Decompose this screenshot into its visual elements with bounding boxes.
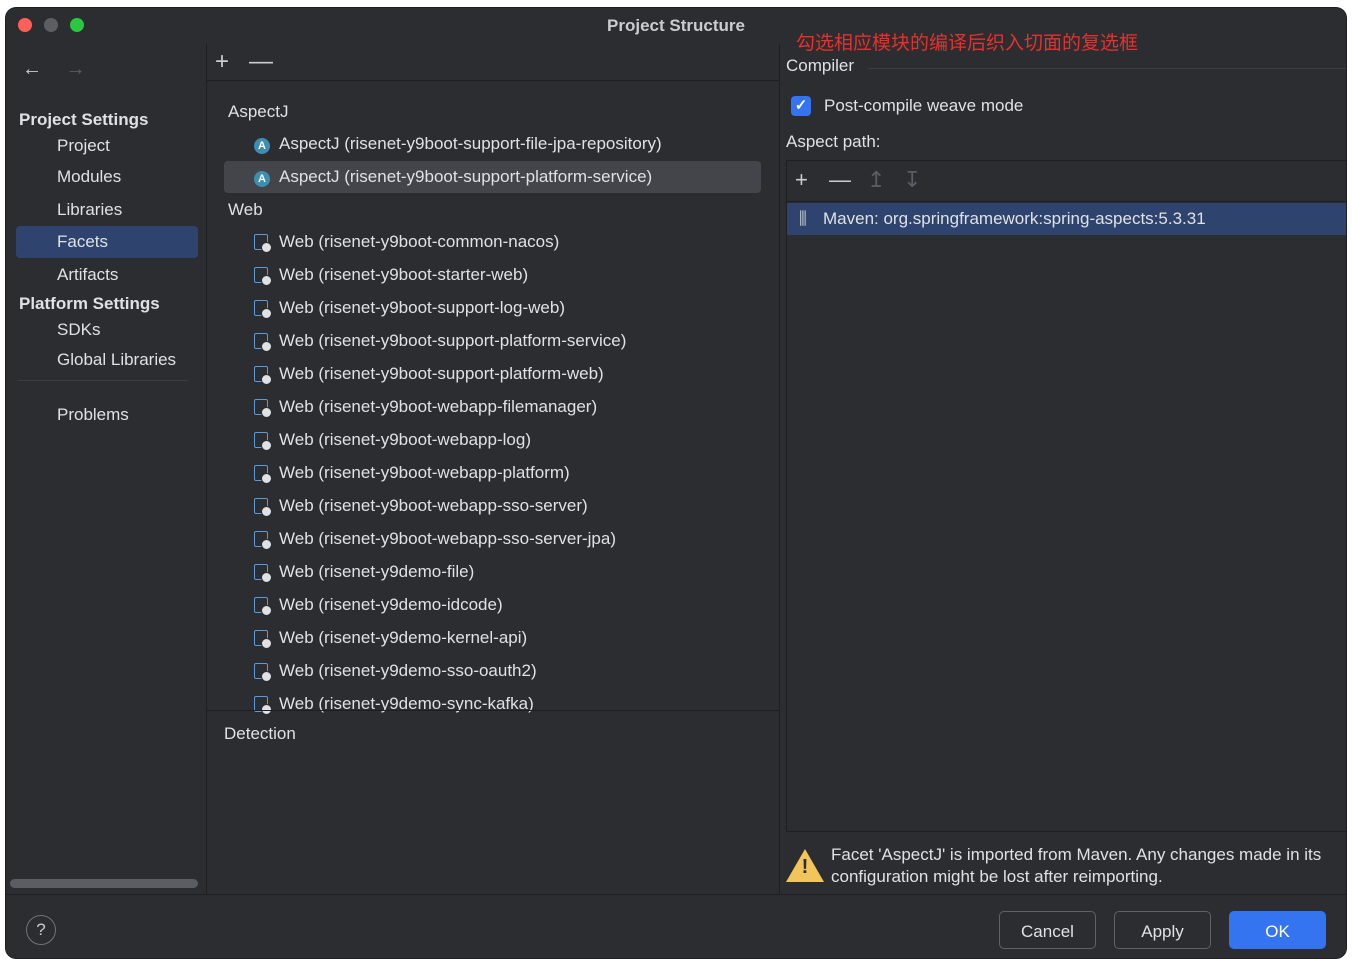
library-icon: ⫼ [799,209,807,228]
tree-group-web[interactable]: Web [228,200,263,220]
web-facet-icon [254,564,272,583]
tree-item-label: AspectJ (risenet-y9boot-support-file-jpa… [279,134,662,153]
move-down-icon[interactable]: ↧ [903,167,921,193]
tree-item-label: Web (risenet-y9boot-webapp-filemanager) [279,397,598,416]
maven-warning-text: Facet 'AspectJ' is imported from Maven. … [831,845,1322,886]
tree-item-label: Web (risenet-y9demo-kernel-api) [279,628,528,647]
tree-item-label: AspectJ (risenet-y9boot-support-platform… [279,167,653,186]
post-compile-checkbox[interactable]: ✓ [791,96,811,116]
cancel-button[interactable]: Cancel [999,911,1096,949]
tree-item-web[interactable]: Web (risenet-y9demo-sso-oauth2) [224,655,761,687]
aspect-path-list: + — ↥ ↧ ⫼ Maven: org.springframework:spr… [786,160,1346,832]
move-up-icon[interactable]: ↥ [867,167,885,193]
platform-settings-header: Platform Settings [19,294,160,313]
tree-item-web[interactable]: Web (risenet-y9demo-file) [224,556,761,588]
web-facet-icon [254,663,272,682]
tree-item-web[interactable]: Web (risenet-y9boot-webapp-log) [224,424,761,456]
tree-item-label: Web (risenet-y9boot-starter-web) [279,265,529,284]
add-facet-button[interactable]: + [215,48,229,76]
tree-item-web[interactable]: Web (risenet-y9boot-support-platform-ser… [224,325,761,357]
project-structure-window: Project Structure 勾选相应模块的编译后织入切面的复选框 ← →… [6,8,1346,958]
back-arrow-icon[interactable]: ← [22,58,42,80]
forward-arrow-icon[interactable]: → [66,58,86,80]
web-facet-icon [254,267,272,286]
tree-item-web[interactable]: Web (risenet-y9boot-support-log-web) [224,292,761,324]
tree-item-web[interactable]: Web (risenet-y9boot-webapp-sso-server) [224,490,761,522]
sidebar-item-problems[interactable]: Problems [16,399,198,431]
remove-facet-button[interactable]: — [249,48,273,76]
tree-item-label: Web (risenet-y9boot-webapp-log) [279,430,531,449]
sidebar-item-facets[interactable]: Facets [16,226,198,258]
sidebar-item-sdks[interactable]: SDKs [16,314,198,346]
aspect-path-toolbar: + — ↥ ↧ [787,161,1346,202]
tree-item-web[interactable]: Web (risenet-y9boot-webapp-filemanager) [224,391,761,423]
tree-item-label: Web (risenet-y9boot-webapp-platform) [279,463,570,482]
apply-button[interactable]: Apply [1114,911,1211,949]
tree-item-label: Web (risenet-y9boot-support-platform-ser… [279,331,627,350]
compiler-section-divider [868,68,1346,69]
web-facet-icon [254,234,272,253]
tree-item-web[interactable]: Web (risenet-y9boot-support-platform-web… [224,358,761,390]
web-facet-icon [254,399,272,418]
web-facet-icon [254,597,272,616]
title-bar: Project Structure [6,8,1346,44]
tree-item-web[interactable]: Web (risenet-y9boot-starter-web) [224,259,761,291]
sidebar-scrollbar[interactable] [10,879,198,888]
sidebar-item-global-libraries[interactable]: Global Libraries [16,344,198,376]
tree-item-label: Web (risenet-y9demo-sso-oauth2) [279,661,537,680]
post-compile-label[interactable]: Post-compile weave mode [824,96,1023,116]
tree-item-aspectj[interactable]: A AspectJ (risenet-y9boot-support-platfo… [224,161,761,193]
tree-item-label: Web (risenet-y9boot-webapp-sso-server-jp… [279,529,616,548]
settings-sidebar: ← → Project Settings Project Modules Lib… [6,44,207,894]
project-settings-header: Project Settings [19,110,149,129]
tree-group-aspectj[interactable]: AspectJ [228,102,288,122]
web-facet-icon [254,432,272,451]
help-icon[interactable]: ? [26,915,56,945]
tree-item-web[interactable]: Web (risenet-y9demo-idcode) [224,589,761,621]
aspect-path-value: Maven: org.springframework:spring-aspect… [823,209,1206,228]
aspectj-icon: A [254,171,270,187]
nav-arrows: ← → [22,58,104,81]
detection-divider [207,710,779,711]
facets-toolbar: + — [207,44,779,81]
warning-exclamation: ! [801,856,809,878]
web-facet-icon [254,498,272,517]
web-facet-icon [254,300,272,319]
add-aspect-path-button[interactable]: + [795,167,808,193]
ok-button[interactable]: OK [1229,911,1326,949]
web-facet-icon [254,531,272,550]
detection-item[interactable]: Detection [224,724,296,744]
sidebar-item-artifacts[interactable]: Artifacts [16,259,198,291]
tree-item-web[interactable]: Web (risenet-y9boot-common-nacos) [224,226,761,258]
tree-item-web[interactable]: Web (risenet-y9demo-kernel-api) [224,622,761,654]
sidebar-divider [18,380,188,381]
tree-item-label: Web (risenet-y9boot-support-log-web) [279,298,565,317]
facets-panel: + — AspectJ A AspectJ (risenet-y9boot-su… [207,44,780,894]
compiler-settings-panel: Compiler ✓ Post-compile weave mode Aspec… [780,44,1346,894]
tree-item-web[interactable]: Web (risenet-y9boot-webapp-sso-server-jp… [224,523,761,555]
web-facet-icon [254,465,272,484]
tree-item-web[interactable]: Web (risenet-y9demo-sync-kafka) [224,688,761,720]
compiler-section-label: Compiler [786,56,855,75]
window-title: Project Structure [607,16,745,35]
tree-item-label: Web (risenet-y9boot-support-platform-web… [279,364,604,383]
tree-item-label: Web (risenet-y9demo-file) [279,562,475,581]
aspectj-icon: A [254,138,270,154]
sidebar-item-project[interactable]: Project [16,130,198,162]
tree-item-label: Web (risenet-y9demo-idcode) [279,595,503,614]
tree-item-label: Web (risenet-y9boot-common-nacos) [279,232,560,251]
aspect-path-label: Aspect path: [786,132,881,151]
remove-aspect-path-button[interactable]: — [829,167,851,193]
tree-item-web[interactable]: Web (risenet-y9boot-webapp-platform) [224,457,761,489]
sidebar-item-modules[interactable]: Modules [16,161,198,193]
tree-item-label: Web (risenet-y9boot-webapp-sso-server) [279,496,588,515]
dialog-footer: ? Cancel Apply OK [6,894,1346,958]
web-facet-icon [254,366,272,385]
web-facet-icon [254,630,272,649]
tree-item-aspectj[interactable]: A AspectJ (risenet-y9boot-support-file-j… [224,128,761,160]
sidebar-item-libraries[interactable]: Libraries [16,194,198,226]
web-facet-icon [254,333,272,352]
aspect-path-row[interactable]: ⫼ Maven: org.springframework:spring-aspe… [787,203,1346,235]
